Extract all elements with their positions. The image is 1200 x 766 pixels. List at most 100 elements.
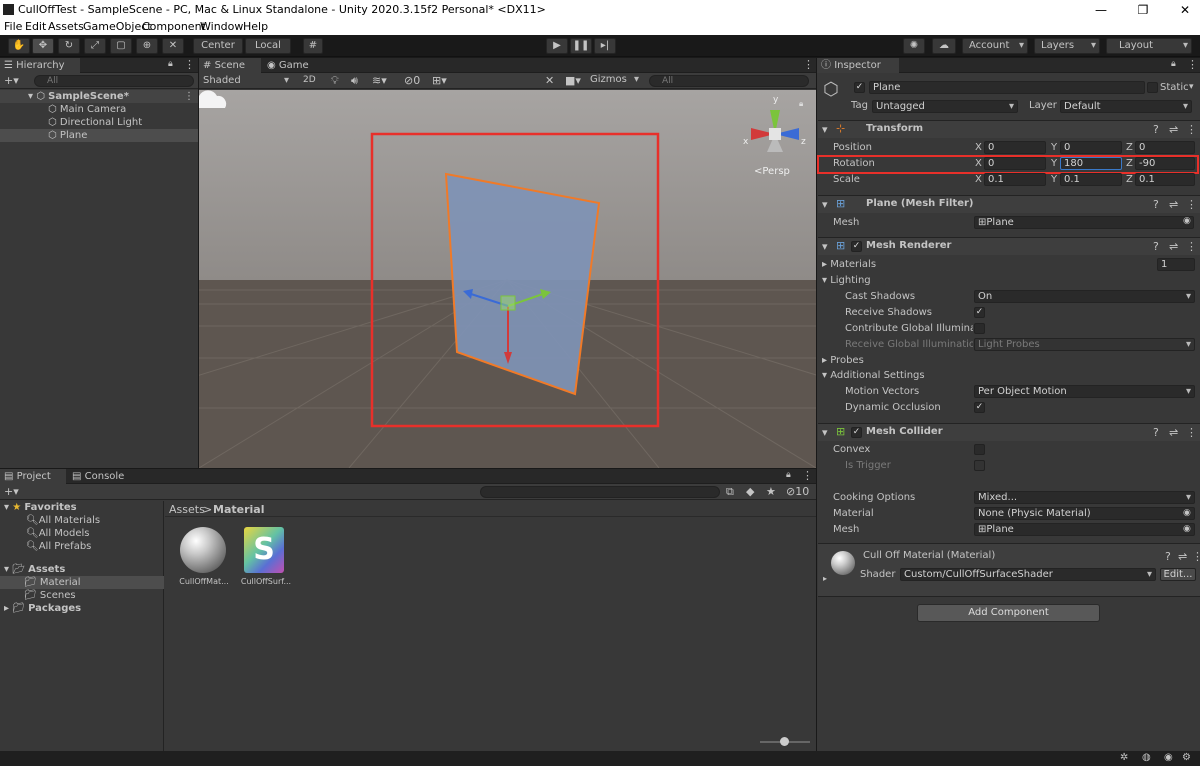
icon-size-slider-handle[interactable]: [780, 737, 789, 746]
effects-toggle-icon[interactable]: ≋▾: [372, 74, 387, 87]
help-icon[interactable]: ?: [1153, 198, 1159, 211]
transform-tool-icon[interactable]: ⊕: [136, 38, 158, 54]
tree-packages[interactable]: ▸ 📁︎ Packages: [0, 602, 164, 615]
presets-icon[interactable]: ⇌: [1169, 240, 1178, 253]
rect-tool-icon[interactable]: ▢: [110, 38, 132, 54]
menu-window[interactable]: Window: [200, 20, 243, 33]
tab-scene[interactable]: # Scene: [199, 58, 261, 73]
foldout-arrow-icon[interactable]: ▾: [822, 123, 828, 136]
pivot-local-button[interactable]: Local: [245, 38, 291, 54]
tab-game[interactable]: ◉ Game: [263, 58, 319, 73]
lock-icon[interactable]: 🔒︎: [786, 470, 791, 480]
tree-item[interactable]: 📁︎ Scenes: [0, 589, 164, 602]
active-checkbox[interactable]: ✓: [854, 82, 865, 93]
favorite-star-icon[interactable]: ★: [766, 485, 776, 498]
mesh-object-field[interactable]: ⊞Plane: [974, 216, 1194, 229]
tree-item[interactable]: 🔍︎All Materials: [0, 514, 164, 527]
presets-icon[interactable]: ⇌: [1169, 198, 1178, 211]
mesh-collider-header[interactable]: ▾ ⊞ ✓ Mesh Collider ? ⇌ ⋮: [818, 423, 1200, 441]
menu-assets[interactable]: Assets: [48, 20, 84, 33]
help-icon[interactable]: ?: [1153, 240, 1159, 253]
foldout-arrow-icon[interactable]: ▾: [822, 426, 828, 439]
hidden-objects-icon[interactable]: ⊘0: [404, 74, 420, 87]
object-picker-icon[interactable]: ◉: [1183, 524, 1191, 534]
tree-item[interactable]: 🔍︎All Prefabs: [0, 540, 164, 553]
layers-dropdown[interactable]: Layers: [1034, 38, 1100, 54]
materials-foldout[interactable]: ▸ Materials: [822, 259, 876, 270]
camera-icon[interactable]: ■▾: [565, 74, 581, 87]
convex-checkbox[interactable]: [974, 444, 985, 455]
mesh-filter-header[interactable]: ▾ ⊞ Plane (Mesh Filter) ? ⇌ ⋮: [818, 195, 1200, 213]
tools-icon[interactable]: ✕: [545, 74, 554, 87]
tree-favorites[interactable]: ▾ ★ Favorites: [0, 501, 164, 514]
hierarchy-item[interactable]: ⬡ Main Camera: [0, 103, 198, 116]
tab-console[interactable]: ▤ Console: [68, 469, 136, 484]
scale-tool-icon[interactable]: ⤢: [84, 38, 106, 54]
help-icon[interactable]: ?: [1153, 426, 1159, 439]
hand-tool-icon[interactable]: ✋: [8, 38, 30, 54]
dynamic-occlusion-checkbox[interactable]: ✓: [974, 402, 985, 413]
scene-row[interactable]: ▾ ⬡ SampleScene* ⋮: [0, 90, 198, 103]
minimize-button[interactable]: —: [1088, 2, 1114, 18]
position-y-field[interactable]: 0: [1060, 141, 1122, 154]
object-name-input[interactable]: Plane: [869, 81, 1145, 94]
presets-icon[interactable]: ⇌: [1169, 426, 1178, 439]
contribute-gi-checkbox[interactable]: [974, 323, 985, 334]
lighting-toggle-icon[interactable]: 💡︎: [331, 74, 339, 88]
step-button[interactable]: ▸|: [594, 38, 616, 54]
tag-dropdown[interactable]: Untagged: [872, 100, 1018, 113]
additional-settings-foldout[interactable]: ▾ Additional Settings: [822, 370, 925, 381]
tree-assets[interactable]: ▾ 📂︎ Assets: [0, 563, 164, 576]
shading-mode-dropdown[interactable]: Shaded: [202, 75, 292, 87]
object-picker-icon[interactable]: ◉: [1183, 508, 1191, 518]
probes-foldout[interactable]: ▸ Probes: [822, 355, 864, 366]
tree-item-selected[interactable]: 📁︎ Material: [0, 576, 164, 589]
asset-tile-material[interactable]: CullOffMat...: [178, 527, 230, 591]
component-menu-icon[interactable]: ⋮: [1192, 550, 1200, 563]
collider-mesh-field[interactable]: ⊞Plane: [974, 523, 1195, 536]
account-dropdown[interactable]: Account: [962, 38, 1028, 54]
static-dropdown-icon[interactable]: ▾: [1189, 82, 1194, 92]
presets-icon[interactable]: ⇌: [1178, 550, 1187, 563]
edit-shader-button[interactable]: Edit...: [1160, 568, 1196, 581]
debug-icon[interactable]: ✲: [1120, 752, 1128, 763]
panel-menu-icon[interactable]: ⋮: [803, 58, 814, 71]
expand-arrow-icon[interactable]: ▾: [4, 502, 9, 513]
position-z-field[interactable]: 0: [1135, 141, 1195, 154]
scene-search-input[interactable]: All: [649, 75, 809, 87]
panel-menu-icon[interactable]: ⋮: [1187, 58, 1198, 71]
static-checkbox[interactable]: [1147, 82, 1158, 93]
cloud-icon[interactable]: ☁: [932, 38, 956, 54]
2d-toggle-button[interactable]: 2D: [303, 75, 316, 85]
foldout-arrow-icon[interactable]: ▾: [822, 198, 828, 211]
panel-menu-icon[interactable]: ⋮: [184, 58, 195, 71]
help-icon[interactable]: ?: [1153, 123, 1159, 136]
search-by-label-icon[interactable]: ◆: [746, 485, 754, 498]
materials-count-field[interactable]: 1: [1157, 258, 1195, 271]
tab-hierarchy[interactable]: ☰ Hierarchy: [0, 58, 80, 73]
progress-icon[interactable]: ◍: [1142, 752, 1151, 763]
scene-menu-icon[interactable]: ⋮: [184, 90, 194, 103]
project-search-input[interactable]: [480, 486, 720, 498]
layer-dropdown[interactable]: Default: [1060, 100, 1192, 113]
foldout-arrow-icon[interactable]: ▸: [823, 574, 827, 583]
close-button[interactable]: ✕: [1172, 2, 1198, 18]
panel-menu-icon[interactable]: ⋮: [802, 469, 813, 482]
audio-toggle-icon[interactable]: 🔊︎: [351, 74, 358, 88]
help-icon[interactable]: ?: [1165, 550, 1171, 563]
shader-dropdown[interactable]: Custom/CullOffSurfaceShader: [900, 568, 1156, 581]
gizmos-dropdown[interactable]: Gizmos: [590, 74, 642, 85]
create-dropdown[interactable]: +▾: [4, 74, 19, 87]
custom-tool-icon[interactable]: ✕: [162, 38, 184, 54]
menu-component[interactable]: Component: [142, 20, 206, 33]
services-icon[interactable]: ✺: [903, 38, 925, 54]
object-picker-icon[interactable]: ◉: [1183, 216, 1191, 226]
breadcrumb-assets[interactable]: Assets: [169, 503, 205, 516]
scale-z-field[interactable]: 0.1: [1135, 173, 1195, 186]
asset-tile-shader[interactable]: S CullOffSurf...: [240, 527, 292, 591]
grid-toggle-icon[interactable]: ⊞▾: [432, 74, 447, 87]
expand-arrow-icon[interactable]: ▸: [4, 603, 9, 614]
search-by-type-icon[interactable]: ⧉: [726, 485, 734, 499]
collider-material-field[interactable]: None (Physic Material): [974, 507, 1195, 520]
add-component-button[interactable]: Add Component: [917, 604, 1100, 622]
